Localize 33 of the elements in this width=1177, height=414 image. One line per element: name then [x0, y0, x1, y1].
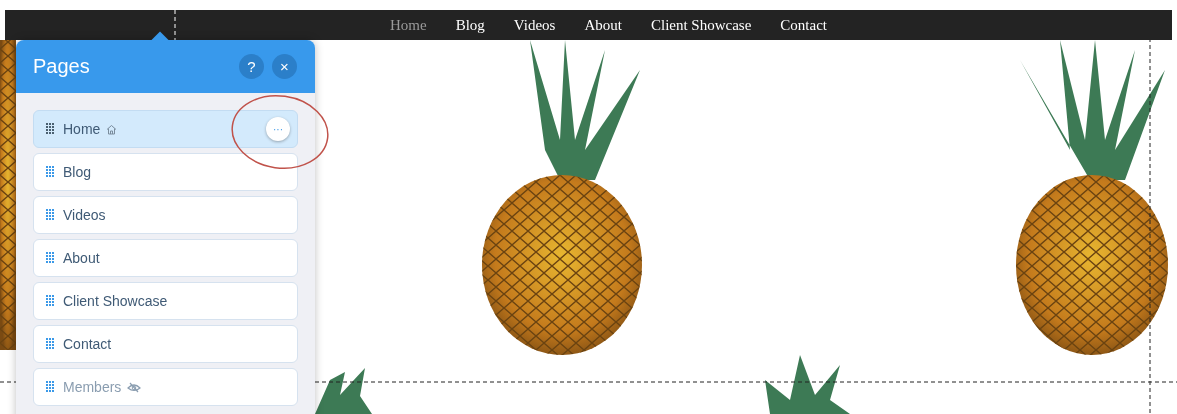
nav-link[interactable]: Contact — [780, 16, 827, 34]
help-button[interactable]: ? — [239, 54, 264, 79]
home-icon — [106, 123, 118, 135]
page-item[interactable]: About — [33, 239, 298, 277]
nav-link[interactable]: About — [584, 16, 622, 34]
page-name: About — [63, 250, 100, 266]
nav-link[interactable]: Client Showcase — [650, 16, 752, 34]
page-name: Blog — [63, 164, 92, 180]
drag-handle-icon[interactable] — [46, 252, 54, 264]
nav-link[interactable]: Blog — [455, 16, 485, 34]
drag-handle-icon[interactable] — [46, 295, 54, 307]
page-item[interactable]: Blog — [33, 153, 298, 191]
page-name: Home — [63, 121, 101, 137]
guide-line — [174, 9, 176, 41]
page-item[interactable]: Home ··· — [33, 110, 298, 148]
leaf-drawing — [315, 368, 372, 414]
drag-handle-icon[interactable] — [46, 123, 54, 135]
page-item[interactable]: Contact — [33, 325, 298, 363]
page-item[interactable]: Videos — [33, 196, 298, 234]
drag-handle-icon[interactable] — [46, 338, 54, 350]
nav-link[interactable]: Videos — [513, 16, 556, 34]
drag-handle-icon[interactable] — [46, 166, 54, 178]
page-item[interactable]: Client Showcase — [33, 282, 298, 320]
page-name: Videos — [63, 207, 106, 223]
panel-title: Pages — [33, 55, 91, 78]
page-name: Contact — [63, 336, 112, 352]
page-name: Client Showcase — [63, 293, 168, 309]
hidden-eye-icon — [127, 381, 142, 393]
close-button[interactable]: × — [272, 54, 297, 79]
nav-link[interactable]: Home — [390, 16, 427, 34]
drag-handle-icon[interactable] — [46, 381, 54, 393]
page-name: Members — [63, 379, 122, 395]
drag-handle-icon[interactable] — [46, 209, 54, 221]
